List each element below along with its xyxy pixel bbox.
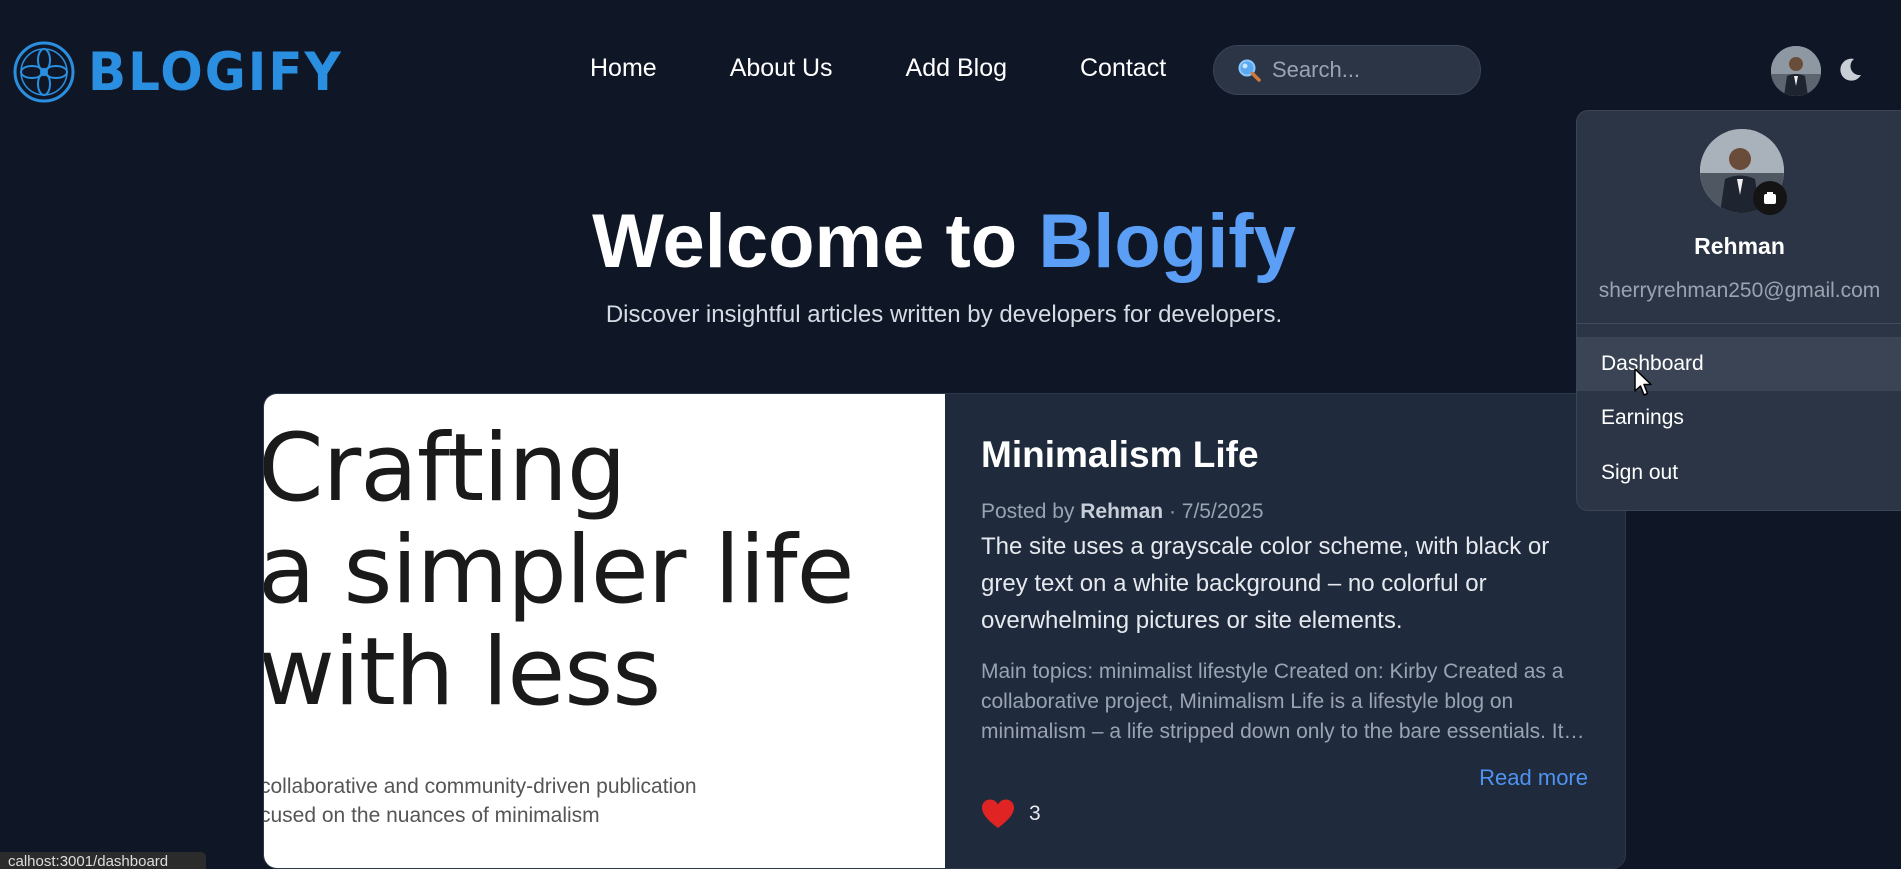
user-avatar-button[interactable]	[1771, 46, 1821, 96]
flower-emblem-icon	[13, 41, 75, 103]
post-date: 7/5/2025	[1181, 500, 1264, 523]
post-cover-image[interactable]: Crafting a simpler life with less collab…	[264, 394, 945, 868]
meta-separator: ·	[1168, 500, 1176, 523]
brand-logo[interactable]: BLOGIFY	[12, 40, 343, 104]
menu-item-sign-out[interactable]: Sign out	[1577, 446, 1901, 500]
status-bar-url: calhost:3001/dashboard	[0, 852, 206, 869]
hero-title-prefix: Welcome to	[592, 199, 1039, 284]
nav-add-blog[interactable]: Add Blog	[906, 54, 1007, 83]
magnifier-icon	[1238, 59, 1261, 82]
menu-item-dashboard[interactable]: Dashboard	[1577, 337, 1901, 391]
post-author: Rehman	[1080, 500, 1164, 523]
like-counter[interactable]: 3	[981, 798, 1041, 830]
main-nav: Home About Us Add Blog Contact	[590, 54, 1239, 83]
menu-divider	[1577, 323, 1901, 324]
search-input[interactable]	[1272, 57, 1472, 83]
post-lead: The site uses a grayscale color scheme, …	[981, 533, 1550, 634]
user-menu-dropdown: Rehman sherryrehman250@gmail.com Dashboa…	[1576, 110, 1901, 511]
hero-title-brand: Blogify	[1038, 199, 1296, 284]
cover-caption: collaborative and community-driven publi…	[264, 772, 697, 830]
cover-line: a simpler life	[264, 516, 854, 625]
nav-contact[interactable]: Contact	[1080, 54, 1166, 83]
like-count: 3	[1029, 802, 1041, 825]
posted-by-label: Posted by	[981, 500, 1075, 523]
camera-glyph-icon	[1764, 192, 1776, 204]
cover-line: Crafting	[264, 414, 627, 523]
post-description: Main topics: minimalist lifestyle Create…	[981, 660, 1585, 743]
user-name: Rehman	[1694, 233, 1785, 259]
nav-home[interactable]: Home	[590, 54, 657, 83]
cover-caption-line: cused on the nuances of minimalism	[264, 804, 600, 827]
post-meta: Posted by Rehman · 7/5/2025	[981, 500, 1591, 524]
cover-caption-line: collaborative and community-driven publi…	[264, 775, 697, 798]
post-title[interactable]: Minimalism Life	[981, 434, 1591, 476]
search-box[interactable]	[1213, 45, 1481, 95]
cover-line: with less	[264, 618, 661, 727]
moon-icon[interactable]	[1836, 56, 1864, 84]
camera-icon[interactable]	[1753, 181, 1787, 215]
post-body: Minimalism Life Posted by Rehman · 7/5/2…	[981, 434, 1591, 747]
read-more-link[interactable]: Read more	[1479, 765, 1588, 791]
user-avatar	[1771, 46, 1821, 96]
cover-headline: Crafting a simpler life with less	[264, 414, 854, 727]
mouse-cursor-icon	[1634, 368, 1652, 396]
user-email: sherryrehman250@gmail.com	[1598, 279, 1881, 302]
heart-icon[interactable]	[981, 798, 1015, 830]
brand-name: BLOGIFY	[88, 41, 343, 103]
blog-post-card[interactable]: Crafting a simpler life with less collab…	[263, 393, 1626, 869]
menu-item-earnings[interactable]: Earnings	[1577, 391, 1901, 445]
nav-about-us[interactable]: About Us	[730, 54, 833, 83]
